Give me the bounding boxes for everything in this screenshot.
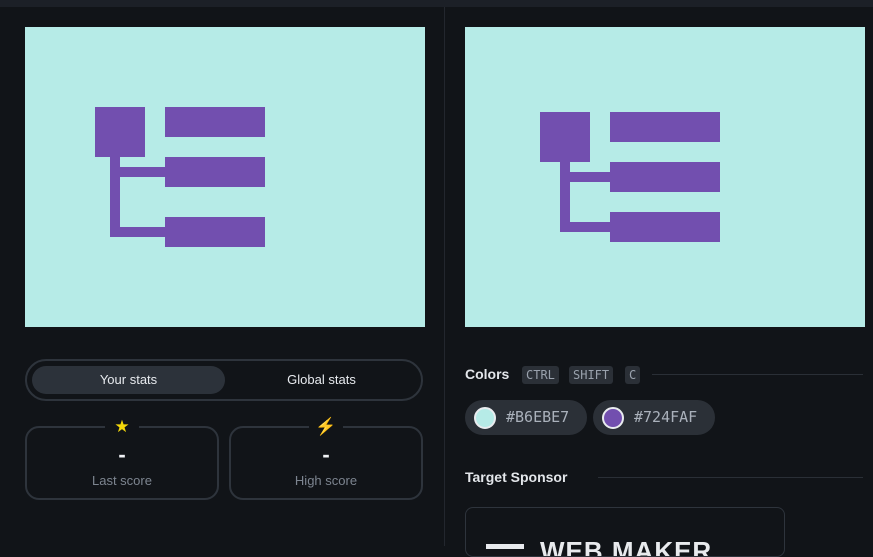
target-bar-1 [610, 112, 720, 142]
target-bar-2 [610, 162, 720, 192]
target-root-box [540, 112, 590, 162]
tree-branch-2 [110, 227, 165, 237]
tab-your-stats[interactable]: Your stats [32, 366, 225, 394]
panel-divider [444, 7, 445, 546]
sponsor-logo-icon [486, 544, 524, 549]
color-swatch-1 [474, 407, 496, 429]
shortcut-key-c: C [625, 366, 641, 384]
colors-rule [652, 374, 863, 375]
tree-bar-3 [165, 217, 265, 247]
star-icon: ★ [105, 416, 139, 438]
sponsor-title: Target Sponsor [465, 469, 568, 485]
target-canvas [465, 27, 865, 327]
output-canvas [25, 27, 425, 327]
last-score-value: - [118, 442, 126, 467]
color-swatch-2 [602, 407, 624, 429]
tab-global-stats[interactable]: Global stats [225, 366, 418, 394]
target-branch-1 [560, 172, 610, 182]
color-chip-2[interactable]: #724FAF [593, 400, 715, 435]
last-score-label: Last score [92, 473, 152, 488]
high-score-card: ⚡ - High score [229, 416, 423, 500]
last-score-card: ★ - Last score [25, 416, 219, 500]
sponsor-card[interactable]: WEB MAKER [465, 507, 785, 557]
sponsor-name: WEB MAKER [540, 536, 713, 557]
color-hex-1: #B6EBE7 [506, 408, 570, 426]
target-bar-3 [610, 212, 720, 242]
shortcut-key-shift: SHIFT [569, 366, 614, 384]
high-score-value: - [322, 442, 330, 467]
top-bar [0, 0, 873, 7]
color-chip-1[interactable]: #B6EBE7 [465, 400, 587, 435]
shortcut-key-ctrl: CTRL [522, 366, 559, 384]
tree-branch-1 [110, 167, 165, 177]
tree-bar-2 [165, 157, 265, 187]
tree-bar-1 [165, 107, 265, 137]
stats-toggle: Your stats Global stats [25, 359, 423, 401]
high-score-label: High score [294, 473, 358, 488]
color-hex-2: #724FAF [634, 408, 698, 426]
tree-root-box [95, 107, 145, 157]
colors-title: Colors [465, 366, 510, 382]
target-branch-2 [560, 222, 610, 232]
sponsor-rule [598, 477, 863, 478]
lightning-icon: ⚡ [309, 416, 343, 438]
